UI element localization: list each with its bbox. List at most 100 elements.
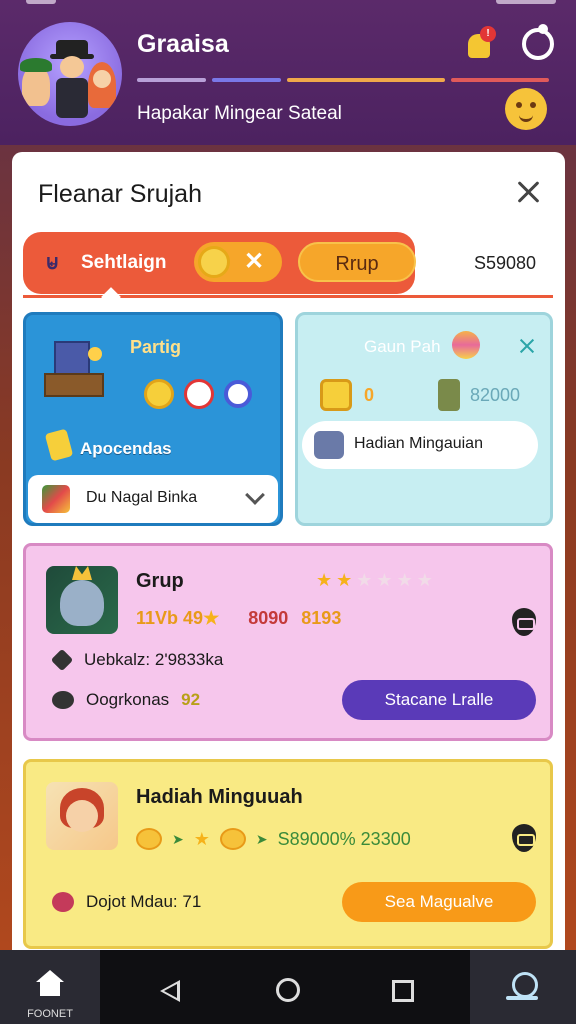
stat-value: 8090 xyxy=(248,608,289,628)
character-icon xyxy=(184,379,214,409)
avatar[interactable] xyxy=(18,22,122,126)
arrow-icon: ➤ xyxy=(172,830,184,847)
balance-amount: S59080 xyxy=(474,253,537,273)
featured-card-chip[interactable]: Hadian Mingauian xyxy=(302,421,538,469)
featured-card-blue[interactable]: Partig Apocendas Du Nagal Binka xyxy=(23,312,283,526)
ring-icon xyxy=(224,380,252,408)
item-action-button[interactable]: Sea Magualve xyxy=(342,882,536,922)
stat-value-secondary: 8193 xyxy=(301,608,342,628)
featured-card-teal[interactable]: Gaun Pah 0 82000 Hadian Mingauian xyxy=(295,312,553,526)
coin-icon xyxy=(136,828,162,850)
chip-label: Hadian Mingauian xyxy=(354,435,483,452)
status-left-icons xyxy=(26,0,56,4)
tab-active[interactable]: Sehtlaign xyxy=(81,252,167,274)
rating-stars: ★ ★ ★ ★ ★ ★ xyxy=(316,570,433,591)
list-item[interactable]: Hadiah Minguuah ➤ ★ ➤ S89000% 23300 Dojo… xyxy=(23,759,553,949)
tag-icon xyxy=(50,648,74,672)
meta-label: Dojot Mdau: 71 xyxy=(86,892,202,911)
progress-segment xyxy=(137,78,206,82)
meta-value: 92 xyxy=(181,690,201,709)
notification-badge: ! xyxy=(480,26,496,42)
settings-icon[interactable] xyxy=(522,24,554,60)
star-icon: ★ xyxy=(376,570,393,590)
building-icon xyxy=(44,337,112,405)
avatar-kid-figure xyxy=(20,58,52,106)
item-stats: 11Vb 49★ 8090 8193 xyxy=(136,608,342,628)
meta-row: Dojot Mdau: 71 xyxy=(52,892,201,912)
back-icon[interactable] xyxy=(160,980,180,1002)
arrow-icon: ➤ xyxy=(255,830,268,847)
close-small-icon: ✕ xyxy=(244,248,265,275)
star-icon: ★ xyxy=(193,828,210,849)
item-thumbnail xyxy=(46,782,118,850)
app-title: Graaisa xyxy=(137,30,229,58)
bell-icon[interactable]: ! xyxy=(466,26,496,60)
stat-level: 11Vb 49 xyxy=(136,608,204,628)
star-icon: ★ xyxy=(396,570,413,590)
tab-icon: ⊌ xyxy=(45,252,60,274)
reward-amount: 82000 xyxy=(470,385,521,405)
cloud-icon xyxy=(52,691,74,709)
star-icon: ★ xyxy=(336,570,353,590)
reward-icons xyxy=(144,379,252,409)
close-icon[interactable] xyxy=(514,178,542,206)
item-thumbnail xyxy=(46,566,118,634)
featured-card-title: Partig xyxy=(130,337,182,357)
circle-icon[interactable] xyxy=(276,978,300,1002)
tab-secondary[interactable]: Rrup xyxy=(298,242,416,282)
tab-bar: ⊌ Sehtlaign ✕ Rrup xyxy=(23,232,416,294)
star-icon: ★ xyxy=(316,570,333,590)
bag-icon[interactable] xyxy=(512,824,536,852)
home-icon xyxy=(36,970,64,998)
bag-icon[interactable] xyxy=(512,608,536,636)
avatar-man-figure xyxy=(50,40,94,118)
coin-toggle[interactable]: ✕ xyxy=(194,242,282,282)
avatar-girl-figure xyxy=(88,62,116,108)
panel-title: Fleanar Srujah xyxy=(38,180,202,208)
berry-icon xyxy=(52,892,74,912)
ticket-icon xyxy=(44,428,74,462)
star-icon: ★ xyxy=(416,570,433,590)
item-action-button[interactable]: Stacane Lralle xyxy=(342,680,536,720)
status-right-icons xyxy=(496,0,556,4)
bottom-nav: FOONET xyxy=(0,950,576,1024)
featured-card-sublabel: Apocendas xyxy=(80,439,172,458)
profile-icon[interactable] xyxy=(470,950,576,1024)
dropdown-label: Du Nagal Binka xyxy=(86,489,198,506)
meta-label: Oogrkonas xyxy=(86,690,170,709)
list-item[interactable]: Grup ★ ★ ★ ★ ★ ★ 11Vb 49★ 8090 8193 Uebk… xyxy=(23,543,553,741)
meta-row: Oogrkonas 92 xyxy=(52,690,200,710)
nav-home[interactable]: FOONET xyxy=(0,950,100,1024)
item-title: Grup xyxy=(136,570,184,592)
food-icon xyxy=(452,331,480,359)
meta-label: Uebkalz: 2'9833ka xyxy=(84,650,224,669)
status-bar xyxy=(0,0,576,8)
item-title: Hadiah Minguuah xyxy=(136,786,303,808)
close-icon[interactable] xyxy=(518,337,536,355)
featured-card-title: Gaun Pah xyxy=(364,337,441,356)
coin-icon xyxy=(198,246,230,278)
progress-segment xyxy=(286,78,445,82)
reward-line: ➤ ★ ➤ S89000% 23300 xyxy=(136,828,411,850)
jar-icon xyxy=(438,379,460,411)
emoji-icon[interactable] xyxy=(505,88,547,130)
reward-value: 0 xyxy=(364,385,375,405)
coin-icon xyxy=(320,379,352,411)
progress-segment xyxy=(450,78,549,82)
progress-segment xyxy=(211,78,281,82)
meta-row: Uebkalz: 2'9833ka xyxy=(50,648,224,672)
gift-icon xyxy=(42,485,70,513)
square-icon[interactable] xyxy=(392,980,414,1002)
coin-icon xyxy=(219,828,246,850)
app-header: Graaisa Hapakar Mingear Sateal ! xyxy=(0,0,576,145)
chevron-down-icon xyxy=(245,485,265,505)
reward-stat: S89000% 23300 xyxy=(277,828,411,849)
star-icon: ★ xyxy=(356,570,373,590)
nav-home-label: FOONET xyxy=(27,1008,73,1020)
main-panel: Fleanar Srujah ⊌ Sehtlaign ✕ Rrup S59080… xyxy=(12,152,565,950)
progress-segments xyxy=(137,78,549,83)
machine-icon xyxy=(314,431,344,459)
reward-row: 0 82000 xyxy=(320,379,546,413)
header-subtitle: Hapakar Mingear Sateal xyxy=(137,103,342,124)
featured-card-dropdown[interactable]: Du Nagal Binka xyxy=(28,475,278,523)
